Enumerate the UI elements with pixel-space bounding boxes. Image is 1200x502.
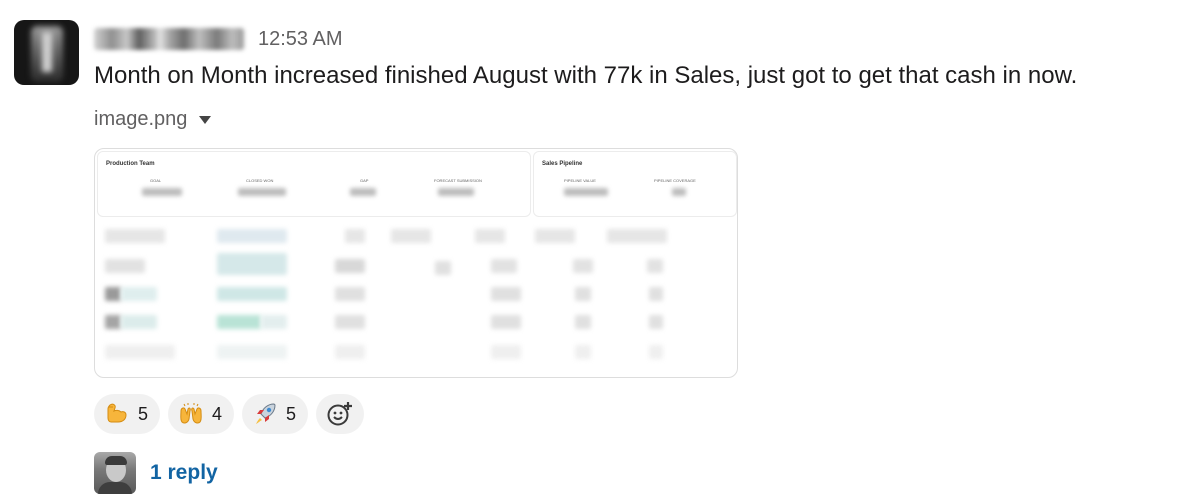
preview-value-blurred bbox=[672, 188, 686, 196]
attachment-header[interactable]: image.png bbox=[94, 108, 212, 131]
preview-cell bbox=[649, 287, 663, 301]
reaction-raising-hands[interactable]: 4 bbox=[168, 394, 235, 434]
thread-replies[interactable]: 1 reply bbox=[94, 452, 218, 494]
preview-column-header: PIPELINE COVERAGE bbox=[654, 178, 696, 183]
preview-cell bbox=[105, 259, 145, 273]
preview-value-blurred bbox=[142, 188, 182, 196]
add-reaction-button[interactable] bbox=[316, 394, 365, 434]
preview-panel-title: Production Team bbox=[106, 161, 155, 167]
preview-cell bbox=[105, 345, 175, 359]
preview-panel-pipeline: Sales Pipeline PIPELINE VALUE PIPELINE C… bbox=[533, 151, 737, 217]
preview-cell bbox=[261, 315, 287, 329]
sender-avatar[interactable] bbox=[14, 20, 79, 85]
attachment-filename: image.png bbox=[94, 108, 188, 130]
preview-cell bbox=[217, 287, 287, 301]
preview-value-blurred bbox=[438, 188, 474, 196]
avatar-shirt bbox=[98, 482, 132, 494]
preview-cell bbox=[649, 345, 663, 359]
reaction-count: 5 bbox=[138, 403, 149, 424]
preview-cell bbox=[491, 259, 517, 273]
message: 12:53 AM Month on Month increased finish… bbox=[0, 0, 1200, 502]
preview-cell bbox=[649, 315, 663, 329]
preview-panel-production: Production Team GOAL CLOSED WON GAP FORE… bbox=[97, 151, 531, 217]
preview-value-blurred bbox=[564, 188, 608, 196]
preview-cell bbox=[335, 315, 365, 329]
preview-value-blurred bbox=[238, 188, 286, 196]
reaction-flexed-biceps[interactable]: 5 bbox=[94, 394, 161, 434]
timestamp[interactable]: 12:53 AM bbox=[258, 28, 343, 51]
preview-cell bbox=[475, 229, 505, 243]
reply-avatar[interactable] bbox=[94, 452, 136, 494]
preview-cell bbox=[491, 287, 521, 301]
caret-down-icon[interactable] bbox=[199, 115, 212, 124]
preview-cell bbox=[335, 259, 365, 273]
reaction-rocket[interactable]: 5 bbox=[242, 394, 309, 434]
preview-cell bbox=[335, 287, 365, 301]
preview-cell bbox=[573, 259, 593, 273]
preview-cell bbox=[575, 345, 591, 359]
preview-column-header: GAP bbox=[360, 178, 369, 183]
preview-cell bbox=[345, 229, 365, 243]
preview-cell bbox=[535, 229, 575, 243]
preview-column-header: GOAL bbox=[150, 178, 162, 183]
reply-count-link[interactable]: 1 reply bbox=[150, 461, 218, 485]
preview-cell bbox=[217, 345, 287, 359]
attachment-image[interactable]: Production Team GOAL CLOSED WON GAP FORE… bbox=[94, 148, 738, 378]
preview-column-header: PIPELINE VALUE bbox=[564, 178, 596, 183]
rocket-icon bbox=[256, 403, 276, 424]
preview-cell bbox=[105, 229, 165, 243]
message-text: Month on Month increased finished August… bbox=[94, 62, 1078, 89]
preview-cell bbox=[217, 315, 261, 329]
preview-cell bbox=[491, 315, 521, 329]
sender-name-redacted[interactable] bbox=[94, 28, 244, 50]
preview-value-blurred bbox=[350, 188, 376, 196]
preview-cell bbox=[121, 287, 157, 301]
reactions-bar: 5 4 5 bbox=[94, 394, 365, 434]
preview-panel-title: Sales Pipeline bbox=[542, 161, 583, 167]
preview-cell bbox=[121, 315, 157, 329]
preview-cell bbox=[105, 315, 121, 329]
preview-cell bbox=[575, 287, 591, 301]
reaction-count: 4 bbox=[212, 403, 223, 424]
preview-cell bbox=[217, 229, 287, 243]
preview-cell bbox=[217, 253, 287, 275]
flexed-biceps-icon bbox=[107, 403, 127, 423]
preview-cell bbox=[491, 345, 521, 359]
preview-column-header: CLOSED WON bbox=[246, 178, 274, 183]
preview-cell bbox=[647, 259, 663, 273]
add-reaction-icon bbox=[327, 402, 353, 426]
avatar-image-highlight bbox=[42, 32, 52, 72]
preview-cell bbox=[435, 261, 451, 275]
raising-hands-icon bbox=[180, 403, 202, 424]
message-header: 12:53 AM bbox=[94, 24, 343, 54]
preview-cell bbox=[575, 315, 591, 329]
avatar-hair bbox=[105, 456, 127, 465]
preview-cell bbox=[607, 229, 667, 243]
preview-cell bbox=[391, 229, 431, 243]
reaction-count: 5 bbox=[286, 403, 297, 424]
preview-cell bbox=[105, 287, 121, 301]
preview-column-header: FORECAST SUBMISSION bbox=[434, 178, 482, 183]
preview-cell bbox=[335, 345, 365, 359]
